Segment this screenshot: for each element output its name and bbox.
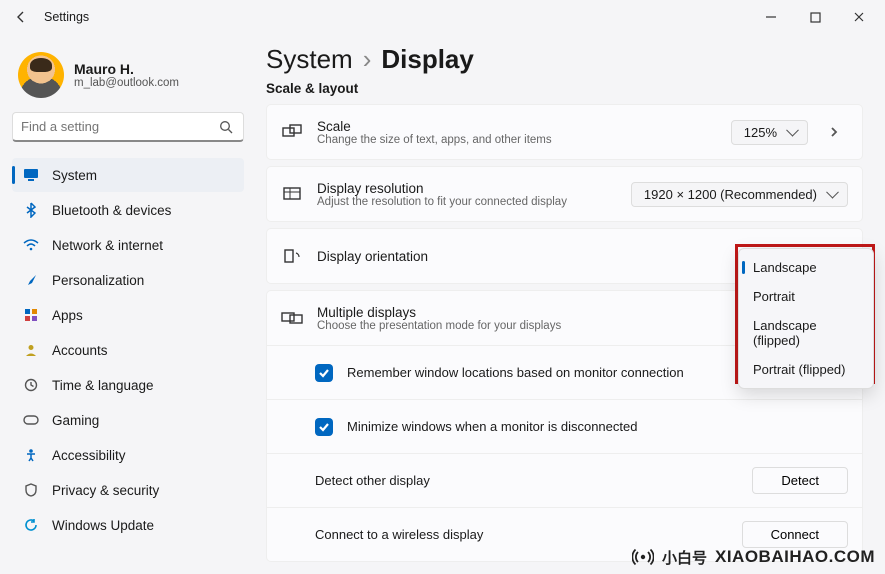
accessibility-icon — [22, 446, 40, 464]
sidebar-item-label: Network & internet — [52, 238, 163, 253]
breadcrumb-parent[interactable]: System — [266, 44, 353, 75]
profile[interactable]: Mauro H. m_lab@outlook.com — [12, 46, 244, 112]
orientation-option-landscape[interactable]: Landscape — [739, 253, 873, 282]
expand-button[interactable] — [820, 125, 848, 139]
clock-icon — [22, 376, 40, 394]
detect-display-row: Detect other display Detect — [267, 453, 862, 507]
scale-select[interactable]: 125% — [731, 120, 808, 145]
minimize-button[interactable] — [749, 2, 793, 32]
setting-title: Detect other display — [315, 473, 738, 488]
setting-scale[interactable]: ScaleChange the size of text, apps, and … — [266, 104, 863, 160]
update-icon — [22, 516, 40, 534]
sidebar-item-accessibility[interactable]: Accessibility — [12, 438, 244, 472]
scale-icon — [281, 124, 303, 140]
sidebar-item-bluetooth[interactable]: Bluetooth & devices — [12, 193, 244, 227]
sidebar-item-label: Accounts — [52, 343, 108, 358]
sidebar-item-label: Windows Update — [52, 518, 154, 533]
setting-title: Scale — [317, 119, 717, 134]
sidebar-item-label: Personalization — [52, 273, 144, 288]
search-icon — [217, 118, 235, 136]
sidebar-item-gaming[interactable]: Gaming — [12, 403, 244, 437]
checkbox-checked-icon[interactable] — [315, 418, 333, 436]
apps-icon — [22, 306, 40, 324]
search-box[interactable] — [12, 112, 244, 142]
sidebar-item-label: Gaming — [52, 413, 99, 428]
orientation-option-portrait-flipped[interactable]: Portrait (flipped) — [739, 355, 873, 384]
watermark-cn: 小白号 — [662, 547, 707, 568]
search-input[interactable] — [21, 119, 217, 134]
setting-desc: Adjust the resolution to fit your connec… — [317, 196, 617, 208]
multiple-displays-icon — [281, 310, 303, 326]
gamepad-icon — [22, 411, 40, 429]
connect-button[interactable]: Connect — [742, 521, 848, 548]
sidebar-item-label: System — [52, 168, 97, 183]
minimize-windows-row[interactable]: Minimize windows when a monitor is disco… — [267, 399, 862, 453]
shield-icon — [22, 481, 40, 499]
resolution-select[interactable]: 1920 × 1200 (Recommended) — [631, 182, 848, 207]
brush-icon — [22, 271, 40, 289]
detect-button[interactable]: Detect — [752, 467, 848, 494]
sidebar-item-label: Accessibility — [52, 448, 126, 463]
wifi-icon — [22, 236, 40, 254]
sidebar-item-label: Time & language — [52, 378, 154, 393]
orientation-option-landscape-flipped[interactable]: Landscape (flipped) — [739, 311, 873, 355]
watermark-en: XIAOBAIHAO.COM — [715, 547, 875, 567]
setting-resolution[interactable]: Display resolutionAdjust the resolution … — [266, 166, 863, 222]
setting-desc: Choose the presentation mode for your di… — [317, 320, 806, 332]
sidebar-item-label: Privacy & security — [52, 483, 159, 498]
profile-email: m_lab@outlook.com — [74, 77, 179, 89]
sidebar-item-label: Apps — [52, 308, 83, 323]
window-title: Settings — [44, 10, 89, 24]
chevron-right-icon: › — [363, 44, 372, 75]
checkbox-label: Minimize windows when a monitor is disco… — [347, 419, 637, 434]
maximize-button[interactable] — [793, 2, 837, 32]
resolution-icon — [281, 186, 303, 202]
avatar — [18, 52, 64, 98]
sidebar: Mauro H. m_lab@outlook.com System Blueto… — [0, 34, 252, 574]
setting-title: Display orientation — [317, 249, 684, 264]
bluetooth-icon — [22, 201, 40, 219]
watermark: 小白号 XIAOBAIHAO.COM — [632, 546, 875, 568]
sidebar-item-network[interactable]: Network & internet — [12, 228, 244, 262]
sidebar-item-system[interactable]: System — [12, 158, 244, 192]
sidebar-item-privacy[interactable]: Privacy & security — [12, 473, 244, 507]
orientation-option-portrait[interactable]: Portrait — [739, 282, 873, 311]
setting-title: Connect to a wireless display — [315, 527, 728, 542]
sidebar-item-apps[interactable]: Apps — [12, 298, 244, 332]
sidebar-item-time[interactable]: Time & language — [12, 368, 244, 402]
person-icon — [22, 341, 40, 359]
breadcrumb: System › Display — [266, 44, 863, 75]
section-scale-layout: Scale & layout — [266, 81, 863, 96]
monitor-icon — [22, 166, 40, 184]
sidebar-item-update[interactable]: Windows Update — [12, 508, 244, 542]
orientation-icon — [281, 248, 303, 264]
sidebar-item-personalization[interactable]: Personalization — [12, 263, 244, 297]
checkbox-checked-icon[interactable] — [315, 364, 333, 382]
profile-name: Mauro H. — [74, 61, 179, 77]
setting-title: Display resolution — [317, 181, 617, 196]
checkbox-label: Remember window locations based on monit… — [347, 365, 684, 380]
setting-title: Multiple displays — [317, 305, 806, 320]
sidebar-item-label: Bluetooth & devices — [52, 203, 171, 218]
setting-desc: Change the size of text, apps, and other… — [317, 134, 717, 146]
sidebar-item-accounts[interactable]: Accounts — [12, 333, 244, 367]
back-button[interactable] — [4, 0, 38, 34]
close-button[interactable] — [837, 2, 881, 32]
broadcast-icon — [632, 546, 654, 568]
orientation-dropdown[interactable]: Landscape Portrait Landscape (flipped) P… — [738, 248, 874, 389]
page-title: Display — [381, 44, 474, 75]
